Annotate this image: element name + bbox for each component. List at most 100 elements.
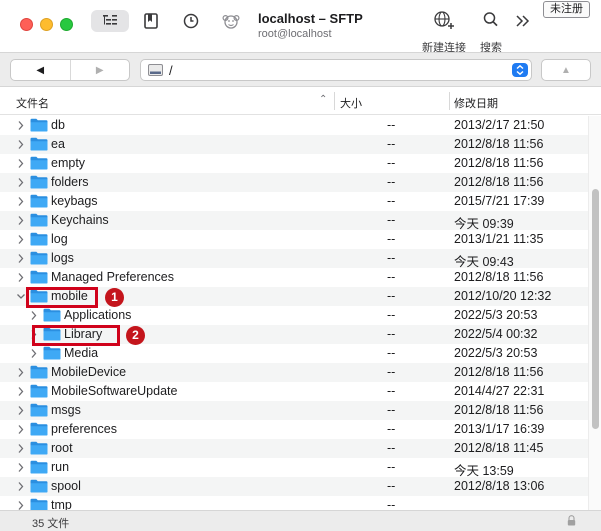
folder-icon (30, 365, 48, 379)
file-list: db -- 2013/2/17 21:50 ea -- 2012/8/18 11:56 em… (0, 116, 588, 510)
file-name: db (51, 118, 65, 132)
bookmarks-button[interactable] (140, 10, 162, 32)
folder-icon (30, 403, 48, 417)
file-modified-date: 2013/1/21 11:35 (454, 232, 544, 246)
file-name: folders (51, 175, 89, 189)
disclosure-chevron-right-icon[interactable] (16, 500, 26, 510)
path-dropdown-button[interactable] (512, 63, 528, 77)
column-header: 文件名 ⌃ 大小 修改日期 (0, 87, 601, 115)
scrollbar-thumb[interactable] (592, 189, 599, 429)
file-modified-date: 2012/8/18 11:56 (454, 270, 544, 284)
path-selector[interactable]: / (140, 59, 532, 81)
file-row[interactable]: Managed Preferences -- 2012/8/18 11:56 (0, 268, 588, 287)
column-size-header[interactable]: 大小 (340, 95, 362, 111)
transfers-button[interactable] (219, 10, 243, 32)
file-name: empty (51, 156, 86, 170)
close-window-button[interactable] (20, 18, 33, 31)
outline-view-button[interactable] (91, 10, 129, 32)
file-size: -- (387, 460, 396, 474)
file-row[interactable]: Applications -- 2022/5/3 20:53 (0, 306, 588, 325)
disclosure-chevron-right-icon[interactable] (29, 348, 39, 359)
file-row[interactable]: spool -- 2012/8/18 13:06 (0, 477, 588, 496)
file-row[interactable]: MobileDevice -- 2012/8/18 11:56 (0, 363, 588, 382)
file-row[interactable]: Keychains -- 今天 09:39 (0, 211, 588, 231)
column-name-header[interactable]: 文件名 (16, 95, 49, 111)
file-row[interactable]: folders -- 2012/8/18 11:56 (0, 173, 588, 192)
file-size: -- (387, 251, 396, 265)
file-name: preferences (51, 422, 118, 436)
disclosure-chevron-right-icon[interactable] (16, 158, 26, 169)
file-modified-date: 2012/8/18 13:06 (454, 479, 545, 493)
file-name: msgs (51, 403, 81, 417)
minimize-window-button[interactable] (40, 18, 53, 31)
folder-icon (30, 137, 48, 151)
file-name: tmp (51, 498, 72, 510)
chevron-double-right-icon (516, 15, 530, 27)
lock-icon (567, 515, 576, 526)
vertical-scrollbar[interactable] (588, 116, 601, 510)
file-row[interactable]: tmp -- (0, 496, 588, 510)
file-name: root (51, 441, 73, 455)
annotation-box-mobile (26, 287, 98, 308)
new-connection-button[interactable]: 新建连接 (418, 10, 470, 55)
file-size: -- (387, 175, 396, 189)
file-size: -- (387, 308, 396, 322)
file-row[interactable]: db -- 2013/2/17 21:50 (0, 116, 588, 135)
maximize-window-button[interactable] (60, 18, 73, 31)
disclosure-chevron-down-icon[interactable] (16, 291, 26, 302)
disclosure-chevron-right-icon[interactable] (16, 367, 26, 378)
folder-icon (30, 251, 48, 265)
folder-icon (30, 232, 48, 246)
file-name: MobileDevice (51, 365, 127, 379)
disclosure-chevron-right-icon[interactable] (16, 386, 26, 397)
file-modified-date: 2012/8/18 11:56 (454, 137, 544, 151)
disclosure-chevron-right-icon[interactable] (16, 443, 26, 454)
disclosure-chevron-right-icon[interactable] (16, 177, 26, 188)
file-row[interactable]: preferences -- 2013/1/17 16:39 (0, 420, 588, 439)
file-size: -- (387, 479, 396, 493)
file-row[interactable]: Media -- 2022/5/3 20:53 (0, 344, 588, 363)
disclosure-chevron-right-icon[interactable] (16, 215, 26, 226)
disclosure-chevron-right-icon[interactable] (16, 462, 26, 473)
parent-folder-button[interactable]: ▲ (541, 59, 591, 81)
disclosure-chevron-right-icon[interactable] (16, 272, 26, 283)
file-row[interactable]: logs -- 今天 09:43 (0, 249, 588, 269)
folder-icon (30, 479, 48, 493)
file-row[interactable]: ea -- 2012/8/18 11:56 (0, 135, 588, 154)
column-modified-header[interactable]: 修改日期 (454, 95, 498, 111)
disclosure-chevron-right-icon[interactable] (16, 405, 26, 416)
file-modified-date: 2012/8/18 11:56 (454, 365, 544, 379)
disclosure-chevron-right-icon[interactable] (16, 139, 26, 150)
file-name: ea (51, 137, 65, 151)
more-toolbar-button[interactable] (512, 10, 534, 32)
file-row[interactable]: root -- 2012/8/18 11:45 (0, 439, 588, 458)
disclosure-chevron-right-icon[interactable] (16, 234, 26, 245)
unregistered-button[interactable]: 未注册 (543, 1, 590, 18)
file-size: -- (387, 270, 396, 284)
disclosure-chevron-right-icon[interactable] (16, 424, 26, 435)
file-row[interactable]: run -- 今天 13:59 (0, 458, 588, 478)
file-row[interactable]: msgs -- 2012/8/18 11:56 (0, 401, 588, 420)
forward-button[interactable]: ▶ (71, 60, 130, 80)
file-row[interactable]: keybags -- 2015/7/21 17:39 (0, 192, 588, 211)
history-button[interactable] (180, 10, 202, 32)
column-divider[interactable] (449, 92, 450, 110)
folder-icon (43, 308, 61, 322)
disclosure-chevron-right-icon[interactable] (16, 120, 26, 131)
column-divider[interactable] (334, 92, 335, 110)
search-button[interactable]: 搜索 (475, 10, 507, 55)
file-row[interactable]: log -- 2013/1/21 11:35 (0, 230, 588, 249)
sort-ascending-icon[interactable]: ⌃ (319, 94, 327, 105)
file-modified-date: 2013/1/17 16:39 (454, 422, 545, 436)
file-row[interactable]: empty -- 2012/8/18 11:56 (0, 154, 588, 173)
back-button[interactable]: ◀ (11, 60, 71, 80)
file-modified-date: 2012/8/18 11:56 (454, 175, 544, 189)
file-size: -- (387, 422, 396, 436)
disk-icon (148, 64, 163, 76)
disclosure-chevron-right-icon[interactable] (29, 310, 39, 321)
file-row[interactable]: MobileSoftwareUpdate -- 2014/4/27 22:31 (0, 382, 588, 401)
disclosure-chevron-right-icon[interactable] (16, 196, 26, 207)
disclosure-chevron-right-icon[interactable] (16, 481, 26, 492)
file-modified-date: 2012/8/18 11:56 (454, 403, 544, 417)
disclosure-chevron-right-icon[interactable] (16, 253, 26, 264)
